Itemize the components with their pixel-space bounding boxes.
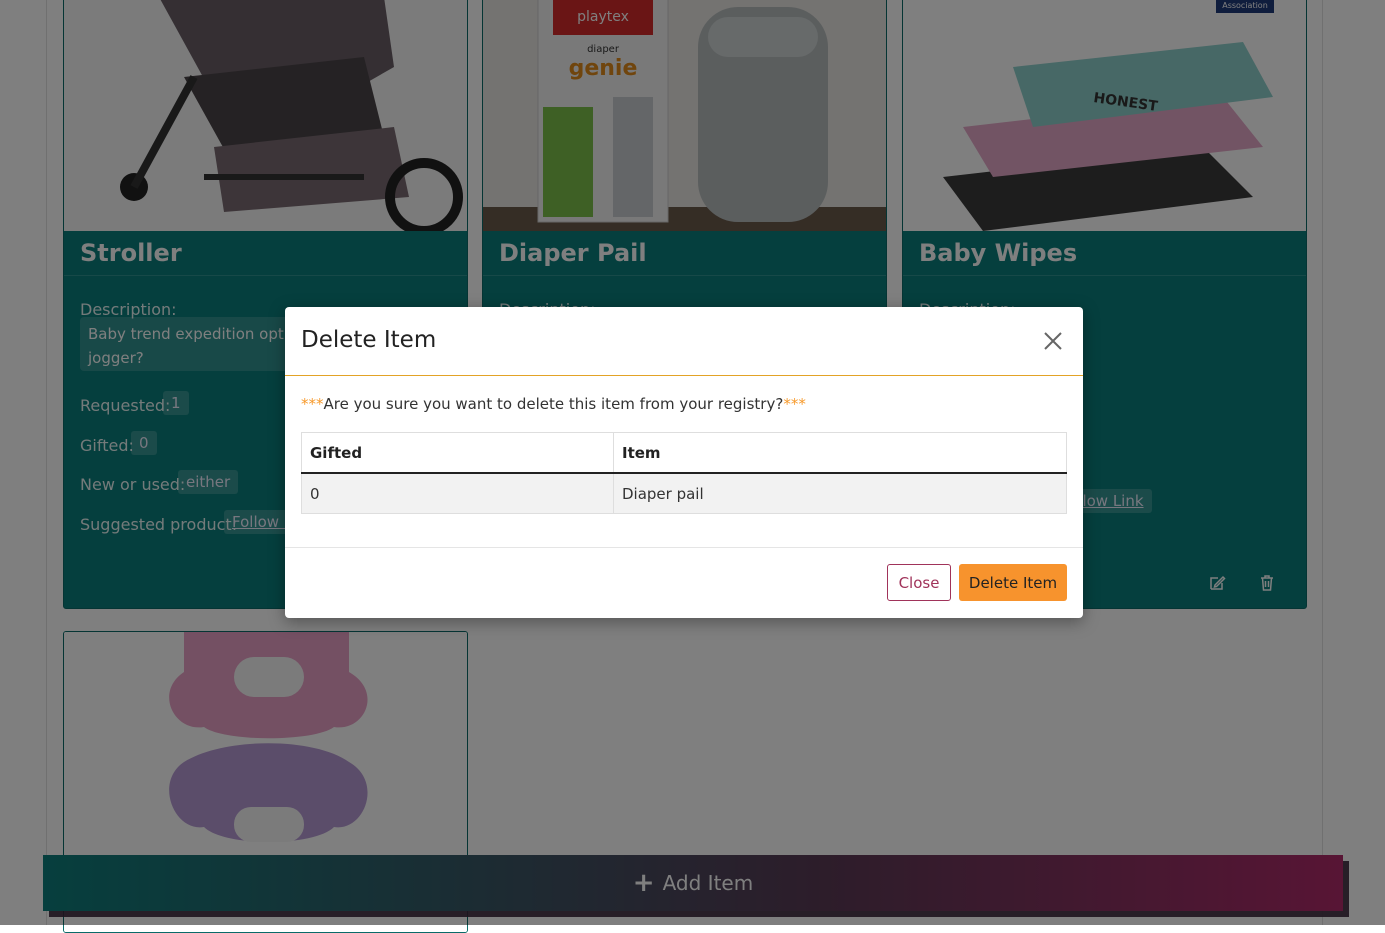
stars-prefix: *** [301,395,324,413]
delete-item-button[interactable]: Delete Item [959,564,1067,601]
column-header-gifted: Gifted [301,432,614,474]
table-row: 0 Diaper pail [301,472,1067,514]
item-summary-table: Gifted Item 0 Diaper pail [301,432,1067,514]
confirm-text: Are you sure you want to delete this ite… [323,395,784,413]
modal-header-divider [285,375,1083,376]
modal-footer-divider [285,547,1083,548]
modal-title: Delete Item [301,327,437,353]
close-icon[interactable] [1041,329,1065,353]
close-button[interactable]: Close [887,564,951,601]
cell-gifted: 0 [301,472,614,514]
confirm-message: ***Are you sure you want to delete this … [301,395,806,413]
column-header-item: Item [613,432,1067,474]
delete-item-modal: Delete Item ***Are you sure you want to … [285,307,1083,618]
stars-suffix: *** [783,395,806,413]
cell-item: Diaper pail [613,472,1067,514]
table-header-row: Gifted Item [301,432,1067,474]
